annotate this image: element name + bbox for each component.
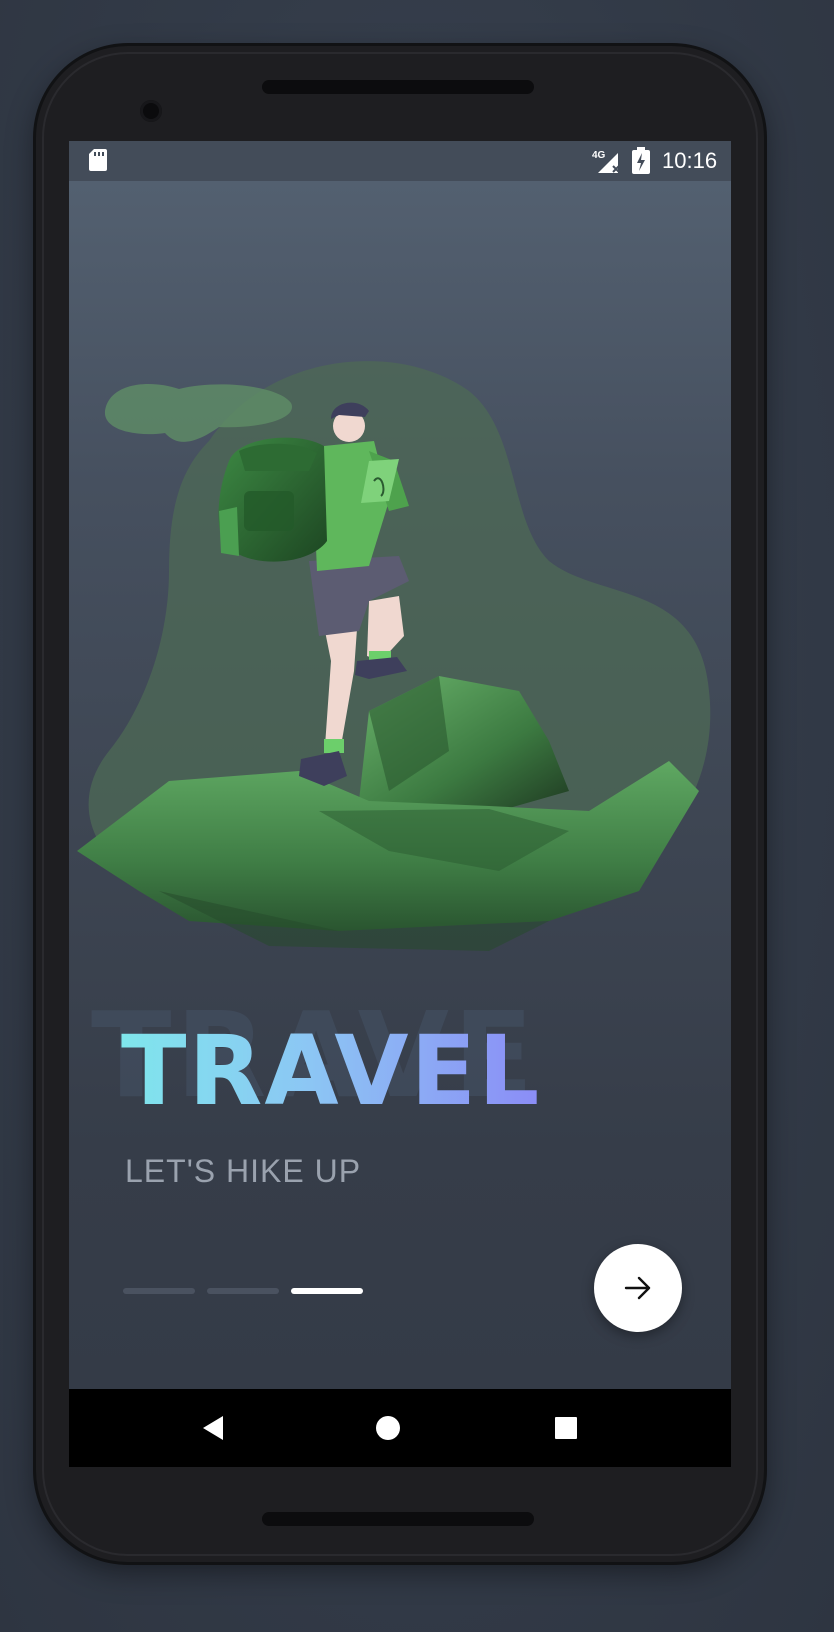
page-indicator-dot-1[interactable] xyxy=(123,1288,195,1294)
page-indicator-dot-2[interactable] xyxy=(207,1288,279,1294)
next-button[interactable] xyxy=(594,1244,682,1332)
home-icon[interactable] xyxy=(375,1415,401,1441)
battery-charging-icon xyxy=(632,147,650,174)
status-clock: 10:16 xyxy=(662,148,718,173)
earpiece-speaker xyxy=(262,80,534,94)
sd-card-icon xyxy=(89,149,107,171)
system-navigation-bar xyxy=(69,1389,731,1467)
hiker-illustration xyxy=(77,361,711,951)
bottom-speaker xyxy=(262,1512,534,1526)
recents-icon[interactable] xyxy=(555,1417,577,1439)
onboarding-title: TRAVEL xyxy=(121,1015,542,1127)
network-type-label: 4G xyxy=(592,150,606,161)
page-indicator xyxy=(123,1288,383,1294)
status-bar: 4G 10:16 xyxy=(69,141,731,181)
signal-icon: 4G xyxy=(592,150,620,173)
arrow-right-icon xyxy=(624,1276,651,1300)
onboarding-screen: TRAVE TRAVEL LET'S HIKE UP xyxy=(69,181,731,1389)
back-icon[interactable] xyxy=(201,1415,225,1441)
front-camera xyxy=(140,100,162,122)
phone-screen: 4G 10:16 TRAVEL LET'S HIKE UP xyxy=(69,141,731,1467)
page-indicator-dot-3-active[interactable] xyxy=(291,1288,363,1294)
onboarding-subtitle: LET'S HIKE UP xyxy=(125,1153,362,1189)
